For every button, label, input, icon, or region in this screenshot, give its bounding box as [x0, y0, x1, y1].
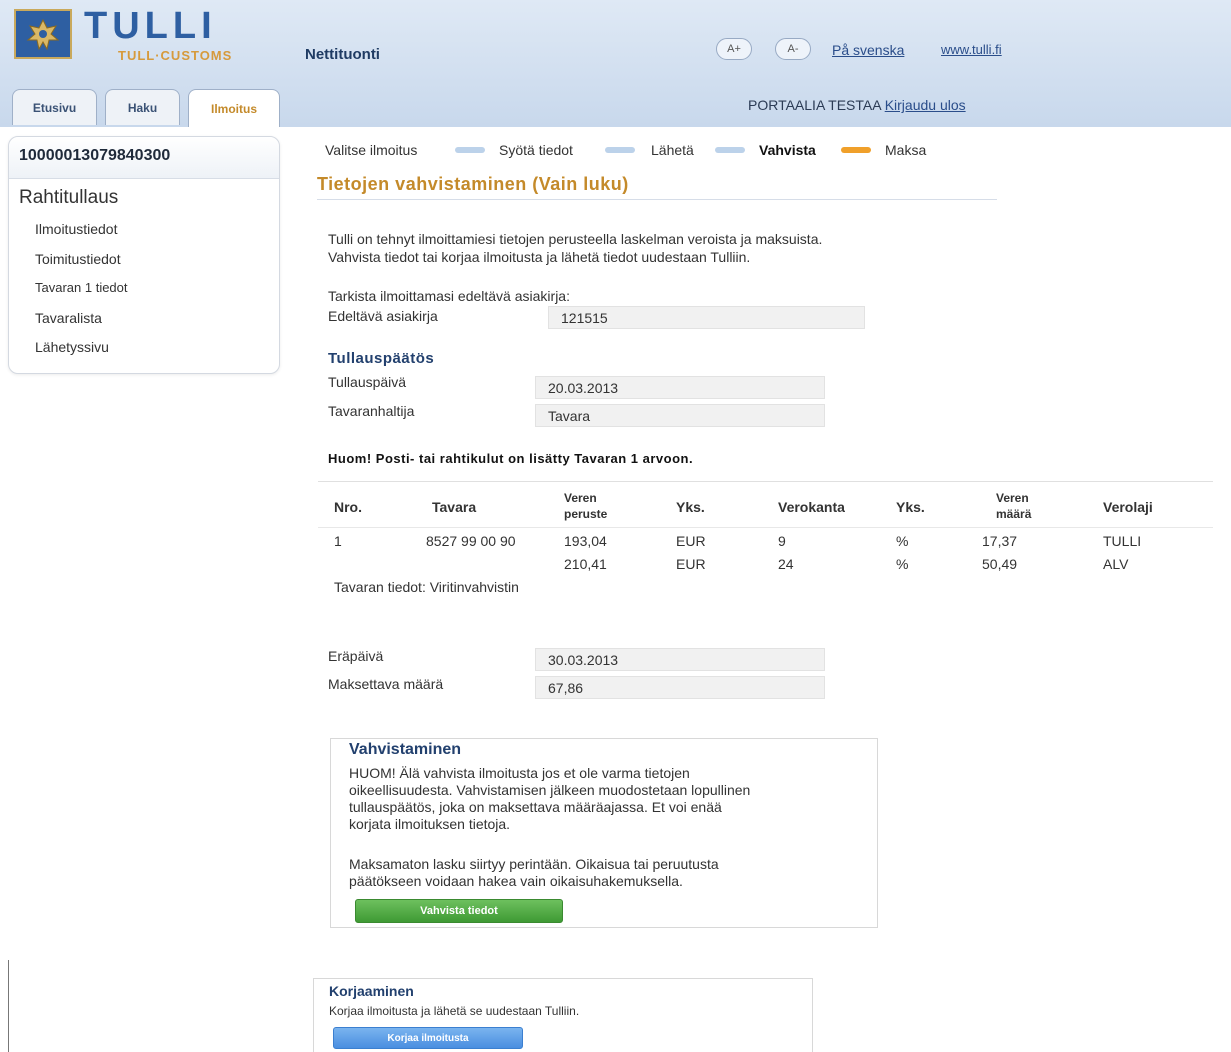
confirm-collection-text: Maksamaton lasku siirtyy perintään. Oika…: [349, 856, 719, 890]
step-arrow-icon: [605, 147, 635, 153]
table-header-rule: [318, 527, 1213, 528]
intro-line-2: Vahvista tiedot tai korjaa ilmoitusta ja…: [328, 249, 751, 265]
cell-tavara: 8527 99 00 90: [426, 533, 516, 549]
table-top-rule: [318, 481, 1213, 482]
confirm-warning-line: tullauspäätös, joka on maksettava määräa…: [349, 799, 722, 815]
brand-name: TULLI: [84, 5, 217, 47]
decision-heading: Tullauspäätös: [328, 350, 435, 367]
emblem-icon: [26, 18, 60, 51]
sidebar: 10000013079840300 Rahtitullaus Ilmoitust…: [8, 136, 280, 374]
step-maksa: Maksa: [885, 142, 927, 158]
cell-yks: %: [896, 556, 909, 572]
tulli-website-link[interactable]: www.tulli.fi: [941, 42, 1002, 57]
cell-verolaji: ALV: [1103, 556, 1129, 572]
sidebar-item-tavaralista[interactable]: Tavaralista: [35, 310, 102, 326]
col-header-tavara: Tavara: [432, 499, 477, 515]
cell-maara: 50,49: [982, 556, 1018, 572]
sidebar-item-tavaran-1-tiedot[interactable]: Tavaran 1 tiedot: [35, 280, 128, 295]
decision-date-label: Tullauspäivä: [328, 374, 407, 390]
brand-subtitle: TULL·CUSTOMS: [118, 48, 233, 63]
cell-peruste: 210,41: [564, 556, 607, 572]
due-date-field: 30.03.2013: [535, 648, 825, 671]
logout-link[interactable]: Kirjaudu ulos: [885, 97, 966, 113]
customs-emblem-logo[interactable]: [14, 9, 72, 59]
prev-doc-field: 121515: [548, 306, 865, 329]
freight-note: Huom! Posti- tai rahtikulut on lisätty T…: [328, 451, 694, 466]
col-header-yks: Yks.: [896, 499, 925, 515]
confirm-button[interactable]: Vahvista tiedot: [355, 899, 563, 923]
tab-etusivu[interactable]: Etusivu: [12, 89, 97, 125]
confirm-warning-line: HUOM! Älä vahvista ilmoitusta jos et ole…: [349, 765, 690, 781]
step-laheta: Lähetä: [651, 142, 694, 158]
cell-yks: %: [896, 533, 909, 549]
cell-verolaji: TULLI: [1103, 533, 1142, 549]
title-divider: [317, 199, 997, 200]
amount-due-label: Maksettava määrä: [328, 676, 444, 692]
goods-info: Tavaran tiedot: Viritinvahvistin: [334, 579, 519, 595]
sidebar-title: Rahtitullaus: [19, 187, 119, 208]
correct-declaration-button[interactable]: Korjaa ilmoitusta: [333, 1027, 523, 1049]
amount-due-field: 67,86: [535, 676, 825, 699]
step-valitse-ilmoitus: Valitse ilmoitus: [325, 142, 418, 158]
goods-holder-label: Tavaranhaltija: [328, 403, 415, 419]
font-size-decrease-button[interactable]: A+: [716, 38, 752, 60]
cell-verokanta: 24: [778, 556, 794, 572]
confirm-warning-text: HUOM! Älä vahvista ilmoitusta jos et ole…: [349, 765, 750, 833]
decision-date-field: 20.03.2013: [535, 376, 825, 399]
page-title: Tietojen vahvistaminen (Vain luku): [317, 174, 629, 194]
confirm-warning-line: korjata ilmoituksen tietoja.: [349, 816, 511, 832]
tab-haku[interactable]: Haku: [105, 89, 180, 125]
prev-doc-label: Edeltävä asiakirja: [328, 308, 438, 324]
cell-maara: 17,37: [982, 533, 1018, 549]
page-header: TULLI TULL·CUSTOMS Nettituonti A+ A- På …: [0, 0, 1231, 127]
confirm-collection-line: Maksamaton lasku siirtyy perintään. Oika…: [349, 856, 719, 872]
tab-ilmoitus[interactable]: Ilmoitus: [188, 89, 280, 127]
declaration-id: 10000013079840300: [9, 137, 279, 179]
correct-heading: Korjaaminen: [329, 983, 414, 999]
due-date-label: Eräpäivä: [328, 648, 384, 664]
step-syota-tiedot: Syötä tiedot: [499, 142, 573, 158]
step-arrow-active-icon: [841, 147, 871, 153]
sidebar-item-lahetyssivu[interactable]: Lähetyssivu: [35, 339, 109, 355]
correct-text: Korjaa ilmoitusta ja lähetä se uudestaan…: [329, 1004, 580, 1018]
cell-yks: EUR: [676, 533, 706, 549]
intro-line-1: Tulli on tehnyt ilmoittamiesi tietojen p…: [328, 231, 823, 247]
col-header-yks: Yks.: [676, 499, 705, 515]
step-vahvista: Vahvista: [759, 142, 816, 158]
step-arrow-icon: [715, 147, 745, 153]
col-header-verolaji: Verolaji: [1103, 499, 1153, 515]
service-name: Nettituonti: [305, 46, 380, 63]
step-arrow-icon: [455, 147, 485, 153]
cell-peruste: 193,04: [564, 533, 607, 549]
portal-status: PORTAALIA TESTAA Kirjaudu ulos: [748, 97, 966, 113]
sidebar-item-ilmoitustiedot[interactable]: Ilmoitustiedot: [35, 221, 117, 237]
swedish-language-link[interactable]: På svenska: [832, 42, 904, 58]
portal-test-label: PORTAALIA TESTAA: [748, 97, 881, 113]
goods-holder-field: Tavara: [535, 404, 825, 427]
font-size-increase-button[interactable]: A-: [775, 38, 811, 60]
cell-nro: 1: [334, 533, 342, 549]
col-header-veron-maara: Veren määrä: [996, 491, 1032, 521]
sidebar-item-toimitustiedot[interactable]: Toimitustiedot: [35, 251, 121, 267]
confirm-collection-line: päätökseen voidaan hakea vain oikaisuhak…: [349, 873, 683, 889]
col-header-verokanta: Verokanta: [778, 499, 845, 515]
col-header-veron-peruste: Veren peruste: [564, 491, 608, 521]
confirm-warning-line: oikeellisuudesta. Vahvistamisen jälkeen …: [349, 782, 751, 798]
cell-yks: EUR: [676, 556, 706, 572]
prev-doc-instruction: Tarkista ilmoittamasi edeltävä asiakirja…: [328, 288, 570, 304]
cell-verokanta: 9: [778, 533, 786, 549]
left-divider: [8, 960, 9, 1052]
col-header-nro: Nro.: [334, 499, 362, 515]
confirm-heading: Vahvistaminen: [349, 741, 462, 758]
